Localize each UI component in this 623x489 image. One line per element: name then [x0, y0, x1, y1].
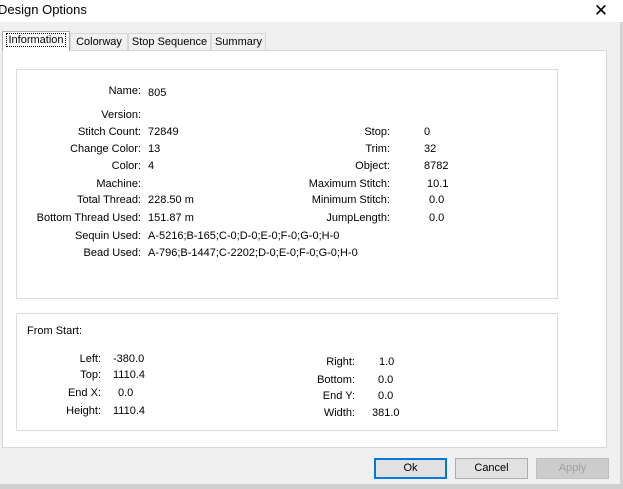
- cancel-button[interactable]: Cancel: [455, 458, 528, 479]
- name-label: Name:: [108, 85, 141, 97]
- version-label: Version:: [101, 109, 141, 121]
- height-label: Height:: [66, 405, 101, 417]
- dialog-body: Information Colorway Stop Sequence Summa…: [0, 22, 623, 489]
- from-start-title: From Start:: [27, 325, 83, 337]
- object-label: Object:: [355, 160, 390, 172]
- end-x-value: 0.0: [118, 387, 134, 399]
- color-label: Color:: [111, 160, 141, 172]
- sequin-value: A-5216;B-165;C-0;D-0;E-0;F-0;G-0;H-0: [148, 230, 340, 242]
- height-value: 1110.4: [113, 405, 146, 417]
- left-value: -380.0: [113, 353, 145, 365]
- object-value: 8782: [424, 160, 449, 172]
- from-start-group: From Start: Left: -380.0 Top: 1110.4 End…: [16, 313, 558, 431]
- width-value: 381.0: [372, 407, 400, 419]
- bead-label: Bead Used:: [83, 247, 141, 259]
- stop-label: Stop:: [364, 126, 390, 138]
- bottom-value: 0.0: [378, 374, 394, 386]
- stop-value: 0: [424, 126, 431, 138]
- name-value: 805: [148, 87, 167, 99]
- color-value: 4: [148, 160, 155, 172]
- trim-label: Trim:: [365, 143, 390, 155]
- jump-length-value: 0.0: [429, 212, 445, 224]
- ok-button[interactable]: Ok: [374, 458, 447, 479]
- bottom-thread-label: Bottom Thread Used:: [36, 212, 141, 224]
- design-info-group: Name: 805 Version: Stitch Count: 72849 C…: [16, 69, 558, 299]
- bottom-label: Bottom:: [317, 374, 355, 386]
- max-stitch-value: 10.1: [427, 178, 449, 190]
- tab-colorway[interactable]: Colorway: [70, 33, 128, 50]
- right-label: Right:: [326, 356, 355, 368]
- width-label: Width:: [323, 407, 355, 419]
- top-value: 1110.4: [113, 369, 146, 381]
- sequin-label: Sequin Used:: [74, 230, 141, 242]
- change-color-value: 13: [148, 143, 161, 155]
- tab-information[interactable]: Information: [2, 31, 70, 51]
- tab-stop-sequence[interactable]: Stop Sequence: [128, 33, 211, 50]
- trim-value: 32: [424, 143, 437, 155]
- min-stitch-value: 0.0: [429, 194, 445, 206]
- min-stitch-label: Minimum Stitch:: [311, 194, 390, 206]
- machine-label: Machine:: [96, 178, 141, 190]
- close-icon[interactable]: ✕: [591, 1, 611, 21]
- bottom-thread-value: 151.87 m: [148, 212, 194, 224]
- apply-button[interactable]: Apply: [536, 458, 609, 479]
- information-panel: Name: 805 Version: Stitch Count: 72849 C…: [2, 50, 607, 448]
- top-label: Top:: [80, 369, 101, 381]
- window-bottom-edge: [0, 484, 623, 489]
- tab-summary[interactable]: Summary: [211, 33, 266, 50]
- total-thread-value: 228.50 m: [148, 194, 194, 206]
- stitch-count-value: 72849: [148, 126, 179, 138]
- right-value: 1.0: [379, 356, 395, 368]
- change-color-label: Change Color:: [70, 143, 141, 155]
- stitch-count-label: Stitch Count:: [78, 126, 141, 138]
- max-stitch-label: Maximum Stitch:: [308, 178, 390, 190]
- jump-length-label: JumpLength:: [326, 212, 390, 224]
- end-x-label: End X:: [67, 387, 101, 399]
- title-bar: Design Options ✕: [0, 0, 623, 22]
- bead-value: A-796;B-1447;C-2202;D-0;E-0;F-0;G-0;H-0: [148, 247, 358, 259]
- total-thread-label: Total Thread:: [76, 194, 141, 206]
- end-y-value: 0.0: [378, 390, 394, 402]
- left-label: Left:: [79, 353, 101, 365]
- end-y-label: End Y:: [322, 390, 355, 402]
- window-title: Design Options: [0, 2, 87, 17]
